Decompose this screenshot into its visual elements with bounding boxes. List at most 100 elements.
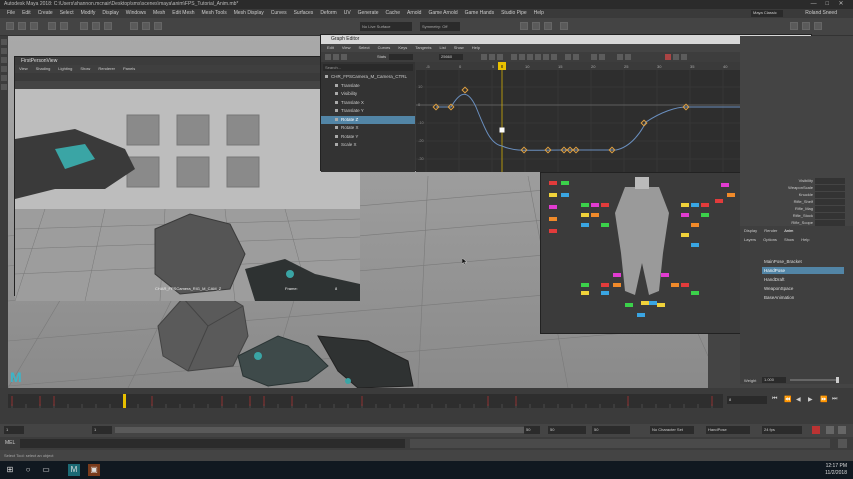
- redo-icon[interactable]: [60, 22, 68, 30]
- dope-sheet-icon[interactable]: [673, 54, 679, 60]
- step-tangent-icon[interactable]: [551, 54, 557, 60]
- photoshop-taskbar-icon[interactable]: ▣: [88, 464, 100, 476]
- anim-layer-row[interactable]: BaseAnimation: [762, 294, 844, 301]
- range-slider-bar[interactable]: [115, 427, 540, 433]
- step-back-key-button[interactable]: ⏪: [784, 396, 791, 403]
- outliner-row[interactable]: Translate X: [321, 99, 415, 108]
- picker-control-button[interactable]: [581, 223, 589, 227]
- channel-attr-value[interactable]: [815, 185, 845, 191]
- camera-menu-show[interactable]: Show: [80, 66, 90, 71]
- picker-control-button[interactable]: [657, 303, 665, 307]
- outliner-row[interactable]: Translate Y: [321, 107, 415, 116]
- script-editor-icon[interactable]: [838, 439, 847, 448]
- frame-all-icon[interactable]: [481, 54, 487, 60]
- save-scene-icon[interactable]: [30, 22, 38, 30]
- picker-control-button[interactable]: [641, 301, 649, 305]
- task-view-icon[interactable]: ▭: [40, 464, 52, 476]
- picker-control-button[interactable]: [549, 181, 557, 185]
- snap-point-icon[interactable]: [154, 22, 162, 30]
- search-icon[interactable]: ○: [22, 464, 34, 476]
- camera-menu-lighting[interactable]: Lighting: [58, 66, 72, 71]
- channel-attr-value[interactable]: [815, 178, 845, 184]
- anim-layer-field[interactable]: HandPose: [706, 426, 750, 434]
- range-end-field[interactable]: 50: [548, 426, 586, 434]
- play-backward-button[interactable]: ◀: [796, 396, 801, 403]
- keyframe-selected[interactable]: [499, 127, 505, 133]
- stats-frame-field[interactable]: [389, 54, 413, 60]
- graph-menu-list[interactable]: List: [439, 45, 445, 50]
- menu-item-game-arnold[interactable]: Game Arnold: [428, 9, 457, 18]
- buffer-curve-icon[interactable]: [591, 54, 597, 60]
- camera-menu-renderer[interactable]: Renderer: [98, 66, 115, 71]
- open-scene-icon[interactable]: [18, 22, 26, 30]
- play-forward-button[interactable]: ▶: [808, 396, 813, 403]
- anim-end-field[interactable]: 50: [592, 426, 630, 434]
- picker-control-button[interactable]: [591, 203, 599, 207]
- anim-layer-row[interactable]: HandDraft: [762, 276, 844, 283]
- tab-anim[interactable]: Anim: [784, 228, 793, 233]
- tab-render[interactable]: Render: [764, 228, 777, 233]
- move-key-icon[interactable]: [325, 54, 331, 60]
- channel-attr-value[interactable]: [815, 206, 845, 212]
- linear-tangent-icon[interactable]: [535, 54, 541, 60]
- picker-control-button[interactable]: [691, 223, 699, 227]
- menu-item-arnold[interactable]: Arnold: [407, 9, 421, 18]
- first-person-camera-window[interactable]: FirstPersonView View Shading Lighting Show R…: [14, 56, 360, 302]
- picker-control-button[interactable]: [701, 213, 709, 217]
- graph-menu-select[interactable]: Select: [359, 45, 370, 50]
- menu-item-display[interactable]: Display: [102, 9, 118, 18]
- weight-field[interactable]: 1.000: [762, 377, 786, 383]
- stats-value-field[interactable]: 25660: [439, 54, 463, 60]
- menu-item-windows[interactable]: Windows: [126, 9, 146, 18]
- picker-control-button[interactable]: [581, 283, 589, 287]
- current-time-indicator[interactable]: [123, 394, 126, 408]
- time-slider[interactable]: 8 ⏮ ⏪ ◀ ▶ ⏩ ⏭: [0, 388, 853, 424]
- layer-menu-show[interactable]: Show: [784, 237, 794, 242]
- picker-control-button[interactable]: [549, 193, 557, 197]
- menu-item-generate[interactable]: Generate: [358, 9, 379, 18]
- user-name[interactable]: Roland Sneed: [805, 9, 837, 18]
- graph-menu-help[interactable]: Help: [472, 45, 480, 50]
- symmetry-field[interactable]: Symmetry: Off: [420, 22, 460, 31]
- center-current-time-icon[interactable]: [497, 54, 503, 60]
- character-picker-window[interactable]: [540, 172, 742, 334]
- anim-layer-row[interactable]: MainPose_Bracket: [762, 258, 844, 265]
- picker-control-button[interactable]: [561, 193, 569, 197]
- channel-attr-value[interactable]: [815, 213, 845, 219]
- picker-control-button[interactable]: [581, 203, 589, 207]
- select-tool-icon[interactable]: [1, 39, 7, 45]
- outliner-row[interactable]: CHR_FPSCamera_M_Camera_CTRL: [321, 73, 415, 82]
- picker-control-button[interactable]: [701, 203, 709, 207]
- time-slider-track[interactable]: [8, 394, 723, 408]
- picker-control-button[interactable]: [549, 229, 557, 233]
- trax-editor-icon[interactable]: [681, 54, 687, 60]
- menu-item-edit[interactable]: Edit: [22, 9, 31, 18]
- graph-editor-window[interactable]: Graph Editor — □ ✕ Edit View Select Curves K…: [320, 34, 813, 172]
- clamped-tangent-icon[interactable]: [527, 54, 533, 60]
- menu-item-mesh-display[interactable]: Mesh Display: [234, 9, 264, 18]
- picker-control-button[interactable]: [581, 291, 589, 295]
- picker-control-button[interactable]: [661, 273, 669, 277]
- menu-item-select[interactable]: Select: [60, 9, 74, 18]
- go-to-end-button[interactable]: ⏭: [832, 396, 837, 403]
- move-tool-icon[interactable]: [1, 66, 7, 72]
- rotate-tool-icon[interactable]: [1, 75, 7, 81]
- anim-layer-row[interactable]: WeaponSpace: [762, 285, 844, 292]
- auto-tangent-icon[interactable]: [511, 54, 517, 60]
- outliner-row[interactable]: Rotate X: [321, 124, 415, 133]
- menu-item-edit-mesh[interactable]: Edit Mesh: [172, 9, 194, 18]
- picker-control-button[interactable]: [681, 213, 689, 217]
- menu-item-help[interactable]: Help: [534, 9, 544, 18]
- menu-item-curves[interactable]: Curves: [271, 9, 287, 18]
- menu-item-modify[interactable]: Modify: [81, 9, 96, 18]
- modeling-toolkit-icon[interactable]: [790, 22, 798, 30]
- menu-item-mesh[interactable]: Mesh: [153, 9, 165, 18]
- picker-control-button[interactable]: [727, 193, 735, 197]
- graph-menu-edit[interactable]: Edit: [327, 45, 334, 50]
- fps-field[interactable]: 24 fps: [762, 426, 802, 434]
- rotate-z-curve-tail[interactable]: [501, 106, 776, 151]
- select-object-icon[interactable]: [92, 22, 100, 30]
- channel-attr-value[interactable]: [815, 199, 845, 205]
- windows-start-icon[interactable]: ⊞: [4, 464, 16, 476]
- picker-canvas[interactable]: [541, 173, 742, 334]
